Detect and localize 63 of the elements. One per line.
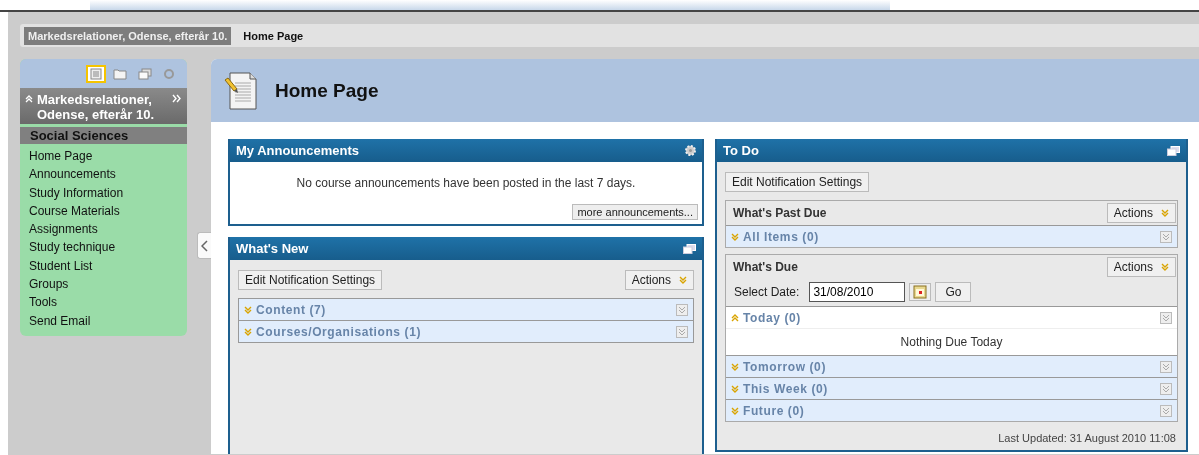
course-menu-link[interactable]: Tools <box>29 293 57 312</box>
double-chevron-down-icon <box>244 305 252 314</box>
menu-toggle-icon[interactable] <box>676 325 688 338</box>
menu-group-heading: Social Sciences <box>20 127 187 144</box>
edit-notification-settings-button[interactable]: Edit Notification Settings <box>238 270 383 290</box>
list-view-button[interactable] <box>86 64 106 83</box>
course-menu-link[interactable]: Student List <box>29 256 93 276</box>
double-chevron-down-icon <box>1161 209 1169 217</box>
actions-button[interactable]: Actions <box>624 270 694 290</box>
windows-icon[interactable] <box>683 243 696 254</box>
course-menu-link[interactable]: Course Materials <box>29 201 120 221</box>
last-updated-text: Last Updated: 31 August 2010 11:08 <box>998 432 1176 444</box>
course-menu-link[interactable]: Groups <box>29 275 69 294</box>
panel-title: My Announcements <box>236 143 360 158</box>
go-button[interactable]: Go <box>935 282 972 302</box>
course-menu-link[interactable]: Send Email <box>29 311 91 330</box>
panel-title: To Do <box>723 143 759 158</box>
menu-toggle-icon[interactable] <box>676 303 688 316</box>
course-menu-link[interactable]: Announcements <box>29 165 116 184</box>
actions-button[interactable]: Actions <box>1106 257 1176 277</box>
course-menu-link[interactable]: Study Information <box>29 183 124 202</box>
windows-icon[interactable] <box>1167 145 1180 156</box>
menu-toggle-icon[interactable] <box>1160 230 1172 243</box>
course-menu-link[interactable]: Home Page <box>29 147 93 166</box>
double-chevron-down-icon <box>731 384 739 393</box>
collapse-icon[interactable] <box>25 95 33 103</box>
breadcrumb-link[interactable]: Home Page <box>239 26 308 45</box>
section-heading: What's Past Due <box>733 206 827 220</box>
calendar-icon <box>913 285 928 299</box>
panel-title: What's New <box>236 241 309 256</box>
double-chevron-down-icon <box>731 232 739 241</box>
field-label: Select Date: <box>734 285 800 299</box>
document-pencil-icon <box>223 70 259 111</box>
more-announcements-button[interactable]: more announcements... <box>572 204 698 220</box>
double-arrow-icon[interactable] <box>172 94 181 103</box>
double-chevron-down-icon <box>731 406 739 415</box>
actions-button[interactable]: Actions <box>1106 203 1176 223</box>
menu-toggle-icon[interactable] <box>1160 360 1172 373</box>
double-chevron-down-icon <box>731 362 739 371</box>
collapsible-section-row[interactable]: Today (0) <box>726 306 1177 329</box>
section-heading: What's Due <box>733 260 798 274</box>
gear-icon[interactable] <box>685 145 696 156</box>
double-chevron-down-icon <box>679 276 687 284</box>
course-menu-link[interactable]: Study technique <box>29 238 116 257</box>
breadcrumb-link[interactable]: Markedsrelationer, Odense, efterår 10. <box>24 26 232 45</box>
menu-toggle-icon[interactable] <box>1160 311 1172 324</box>
announcement-message: No course announcements have been posted in the last 7 days. <box>295 176 637 190</box>
menu-toggle-icon[interactable] <box>1160 382 1172 395</box>
date-field[interactable]: 31/08/2010 <box>809 282 906 302</box>
page-title: Home Page <box>275 79 379 102</box>
empty-message: Nothing Due Today <box>900 335 1003 349</box>
double-chevron-down-icon <box>1161 263 1169 271</box>
calendar-button[interactable] <box>909 283 932 301</box>
menu-toggle-icon[interactable] <box>1160 404 1172 417</box>
edit-notification-settings-button[interactable]: Edit Notification Settings <box>725 172 870 192</box>
collapse-sidebar-button[interactable] <box>197 232 211 259</box>
list-icon <box>90 67 102 80</box>
double-chevron-up-icon <box>731 313 739 322</box>
folder-icon <box>113 67 127 80</box>
windows-icon <box>138 67 152 80</box>
course-menu-link[interactable]: Assignments <box>29 220 98 239</box>
chevron-left-icon <box>201 239 208 252</box>
double-chevron-down-icon <box>244 327 252 336</box>
